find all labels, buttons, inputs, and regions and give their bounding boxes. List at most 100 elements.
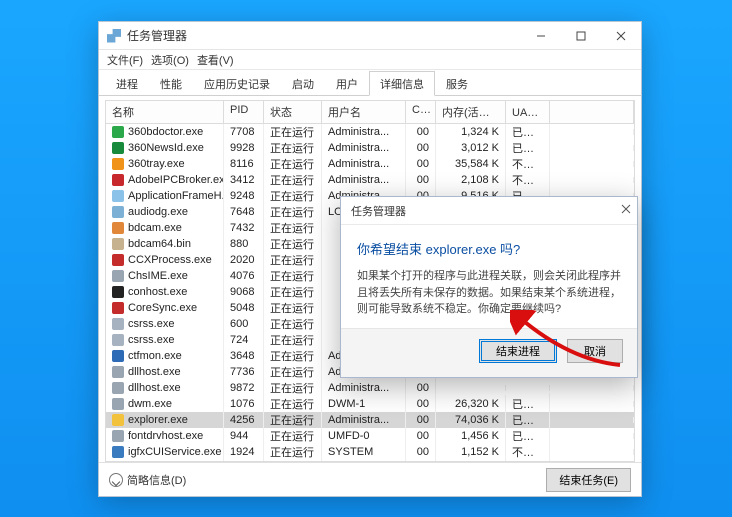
tab-2[interactable]: 应用历史记录	[193, 71, 281, 96]
cell-name: 360NewsId.exe	[128, 142, 204, 154]
cell-virt	[550, 177, 634, 183]
confirm-dialog: 任务管理器 你希望结束 explorer.exe 吗? 如果某个打开的程序与此进…	[340, 196, 638, 378]
process-icon	[112, 398, 124, 410]
cell-name: CoreSync.exe	[128, 302, 197, 314]
table-row[interactable]: dwm.exe1076正在运行DWM-10026,320 K已禁用	[106, 396, 634, 412]
col-name[interactable]: 名称	[106, 101, 224, 124]
menu-view[interactable]: 查看(V)	[197, 52, 234, 68]
process-icon	[112, 126, 124, 138]
brief-info-label: 简略信息(D)	[127, 472, 186, 488]
cell-name: igfxCUIService.exe	[128, 446, 222, 458]
tab-0[interactable]: 进程	[105, 71, 149, 96]
process-icon	[112, 318, 124, 330]
process-icon	[112, 382, 124, 394]
cell-name: 360tray.exe	[128, 158, 185, 170]
col-virt[interactable]	[550, 101, 634, 124]
cell-name: ChsIME.exe	[128, 270, 188, 282]
process-icon	[112, 254, 124, 266]
dialog-close-button[interactable]	[621, 204, 631, 217]
table-row[interactable]: 360NewsId.exe9928正在运行Administra...003,01…	[106, 140, 634, 156]
maximize-button[interactable]	[561, 22, 601, 50]
col-user[interactable]: 用户名	[322, 101, 406, 124]
titlebar: 任务管理器	[99, 22, 641, 50]
dialog-end-process-button[interactable]: 结束进程	[479, 339, 557, 363]
cell-name: fontdrvhost.exe	[128, 430, 203, 442]
grid-header: 名称 PID 状态 用户名 CPU 内存(活动的... UAC 虚拟化	[105, 100, 635, 124]
tab-6[interactable]: 服务	[435, 71, 479, 96]
process-icon	[112, 142, 124, 154]
cell-name: csrss.exe	[128, 318, 174, 330]
cell-virt	[550, 129, 634, 135]
table-row[interactable]: fontdrvhost.exe944正在运行UMFD-0001,456 K已禁用	[106, 428, 634, 444]
cell-virt	[550, 145, 634, 151]
cell-mem	[436, 385, 506, 391]
process-icon	[112, 302, 124, 314]
tab-3[interactable]: 启动	[281, 71, 325, 96]
process-icon	[112, 446, 124, 458]
process-icon	[112, 430, 124, 442]
cell-virt	[550, 433, 634, 439]
table-row[interactable]: dllhost.exe9872正在运行Administra...00	[106, 380, 634, 396]
table-row[interactable]: explorer.exe4256正在运行Administra...0074,03…	[106, 412, 634, 428]
cell-name: bdcam.exe	[128, 222, 182, 234]
process-icon	[112, 414, 124, 426]
menu-file[interactable]: 文件(F)	[107, 52, 143, 68]
cell-name: audiodg.exe	[128, 206, 188, 218]
dialog-cancel-button[interactable]: 取消	[567, 339, 623, 363]
footer: 简略信息(D) 结束任务(E)	[99, 462, 641, 496]
cell-virt	[550, 417, 634, 423]
dialog-heading: 你希望结束 explorer.exe 吗?	[357, 239, 621, 258]
tab-5[interactable]: 详细信息	[369, 71, 435, 96]
table-row[interactable]: igfxCUIService.exe1924正在运行SYSTEM001,152 …	[106, 444, 634, 460]
process-icon	[112, 174, 124, 186]
window-title: 任务管理器	[127, 27, 187, 44]
chevron-down-icon	[109, 473, 123, 487]
cell-name: dwm.exe	[128, 398, 172, 410]
minimize-button[interactable]	[521, 22, 561, 50]
end-task-button[interactable]: 结束任务(E)	[546, 468, 631, 492]
cell-name: explorer.exe	[128, 414, 188, 426]
process-icon	[112, 238, 124, 250]
cell-name: bdcam64.bin	[128, 238, 191, 250]
table-row[interactable]: AdobeIPCBroker.exe3412正在运行Administra...0…	[106, 172, 634, 188]
process-icon	[112, 158, 124, 170]
menubar: 文件(F) 选项(O) 查看(V)	[99, 50, 641, 70]
close-button[interactable]	[601, 22, 641, 50]
table-row[interactable]: 360bdoctor.exe7708正在运行Administra...001,3…	[106, 124, 634, 140]
cell-name: ctfmon.exe	[128, 350, 182, 362]
cell-name: csrss.exe	[128, 334, 174, 346]
cell-name: dllhost.exe	[128, 382, 181, 394]
tabstrip: 进程性能应用历史记录启动用户详细信息服务	[99, 70, 641, 96]
table-row[interactable]: 360tray.exe8116正在运行Administra...0035,584…	[106, 156, 634, 172]
dialog-text: 如果某个打开的程序与此进程关联，则会关闭此程序并且将丢失所有未保存的数据。如果结…	[357, 268, 621, 318]
cell-name: conhost.exe	[128, 286, 187, 298]
cell-virt	[550, 449, 634, 455]
cell-uac	[506, 385, 550, 391]
dialog-buttons: 结束进程 取消	[341, 328, 637, 377]
tab-4[interactable]: 用户	[325, 71, 369, 96]
col-uac[interactable]: UAC 虚拟化	[506, 101, 550, 124]
process-icon	[112, 270, 124, 282]
col-cpu[interactable]: CPU	[406, 101, 436, 124]
process-icon	[112, 366, 124, 378]
dialog-title: 任务管理器	[351, 203, 406, 219]
cell-name: 360bdoctor.exe	[128, 126, 203, 138]
cell-virt	[550, 161, 634, 167]
col-status[interactable]: 状态	[264, 101, 322, 124]
process-icon	[112, 222, 124, 234]
process-icon	[112, 206, 124, 218]
dialog-body: 你希望结束 explorer.exe 吗? 如果某个打开的程序与此进程关联，则会…	[341, 225, 637, 328]
process-icon	[112, 334, 124, 346]
cell-name: AdobeIPCBroker.exe	[128, 174, 224, 186]
process-icon	[112, 350, 124, 362]
col-pid[interactable]: PID	[224, 101, 264, 124]
app-icon	[107, 29, 121, 43]
cell-name: CCXProcess.exe	[128, 254, 212, 266]
tab-1[interactable]: 性能	[149, 71, 193, 96]
cell-name: dllhost.exe	[128, 366, 181, 378]
col-mem[interactable]: 内存(活动的...	[436, 101, 506, 124]
cell-virt	[550, 401, 634, 407]
dialog-titlebar: 任务管理器	[341, 197, 637, 225]
menu-options[interactable]: 选项(O)	[151, 52, 189, 68]
brief-info-toggle[interactable]: 简略信息(D)	[109, 472, 186, 488]
